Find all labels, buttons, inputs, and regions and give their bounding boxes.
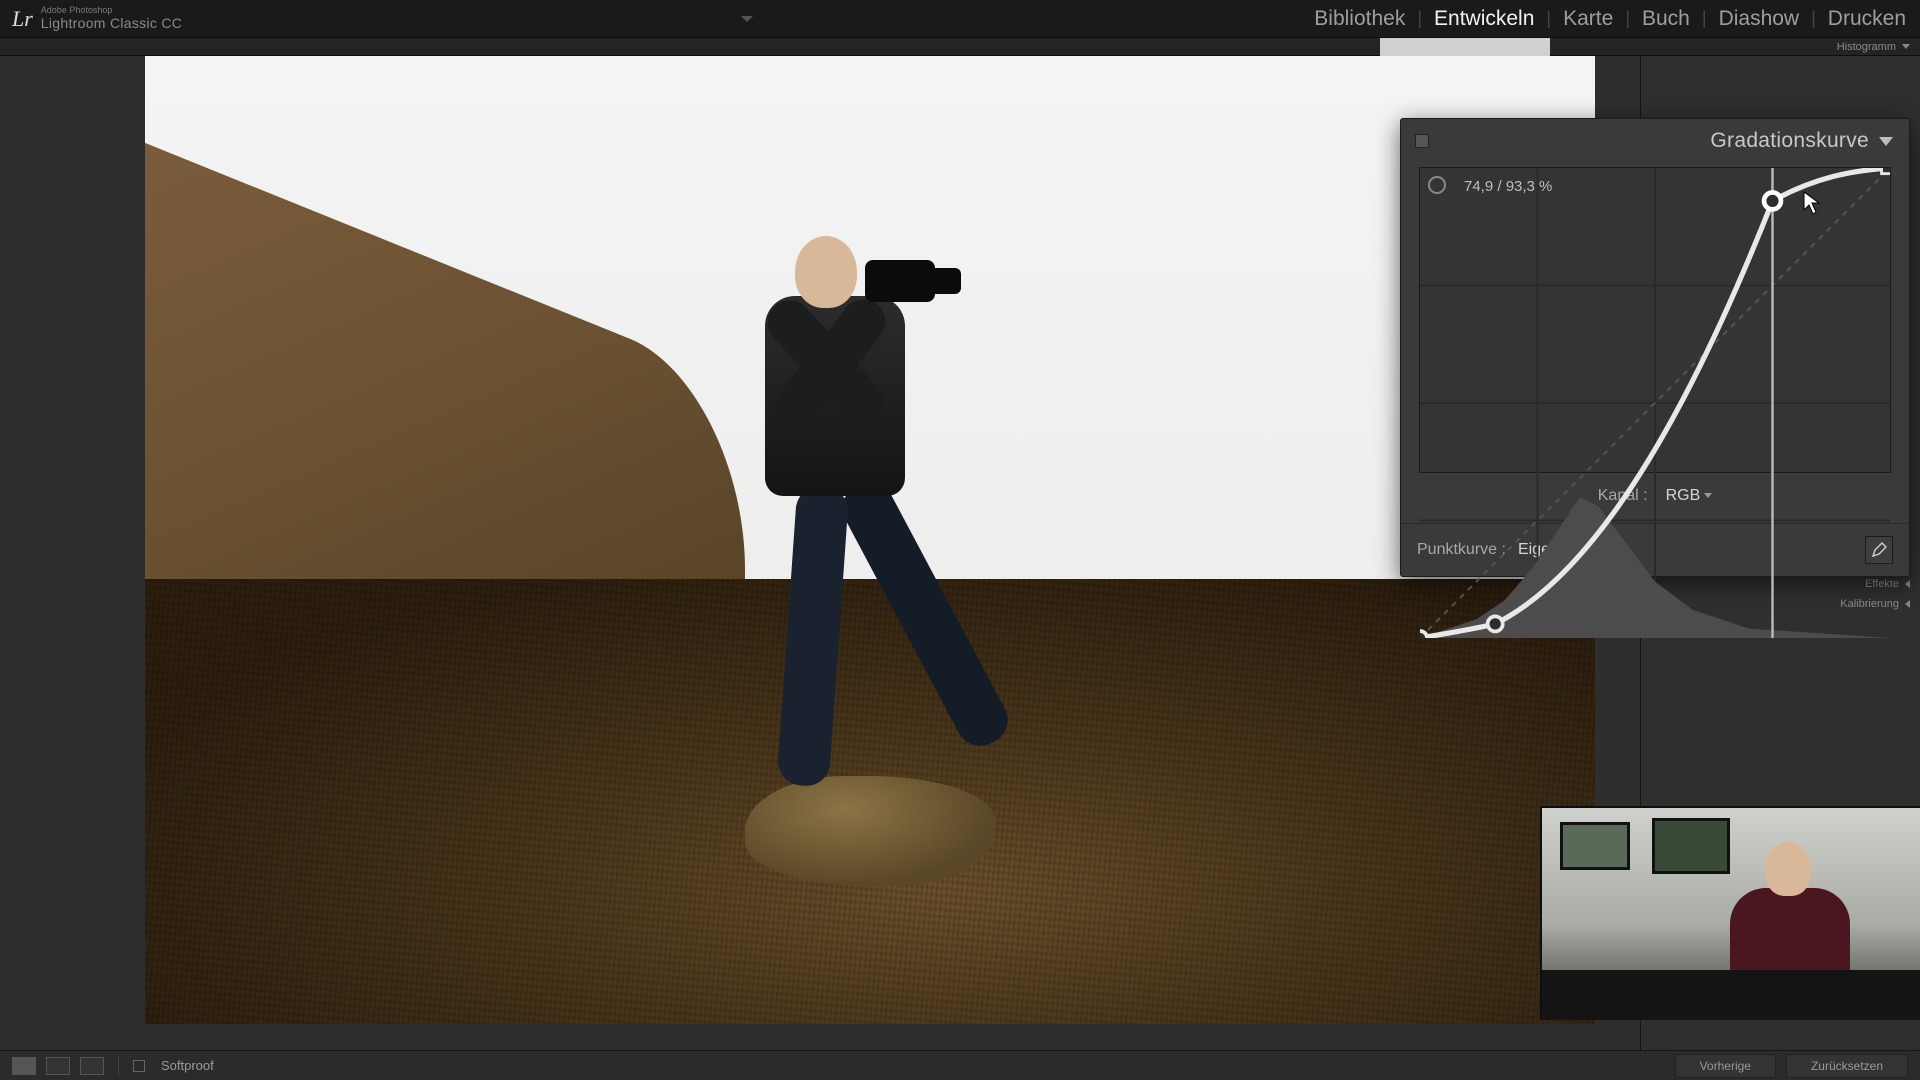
view-beforeafter-tb-button[interactable] bbox=[80, 1057, 104, 1075]
cursor-icon bbox=[1802, 190, 1822, 216]
webcam-overlay bbox=[1540, 806, 1920, 1020]
titlebar-expand-icon[interactable] bbox=[182, 16, 1312, 22]
app-root: Lr Adobe Photoshop Lightroom Classic CC … bbox=[0, 0, 1920, 1080]
softproof-checkbox[interactable] bbox=[133, 1060, 145, 1072]
image-preview[interactable] bbox=[145, 56, 1595, 1024]
module-library[interactable]: Bibliothek bbox=[1312, 7, 1407, 31]
histogram-label: Histogramm bbox=[1837, 41, 1896, 53]
chevron-down-icon bbox=[1902, 44, 1910, 49]
tone-curve-title: Gradationskurve bbox=[1710, 129, 1869, 153]
tone-curve-panel: Gradationskurve 74,9 / 93,3 % bbox=[1400, 118, 1910, 577]
histogram-thumb bbox=[1380, 38, 1550, 56]
module-develop[interactable]: Entwickeln bbox=[1432, 7, 1536, 31]
chevron-down-icon[interactable] bbox=[1879, 137, 1893, 146]
module-print[interactable]: Drucken bbox=[1826, 7, 1908, 31]
canvas-area bbox=[0, 56, 1640, 1050]
histogram-header[interactable]: Histogramm bbox=[0, 38, 1920, 56]
app-title: Adobe Photoshop Lightroom Classic CC bbox=[41, 6, 182, 30]
view-loupe-button[interactable] bbox=[12, 1057, 36, 1075]
toolbar-bottom: Softproof Vorherige Zurücksetzen bbox=[0, 1050, 1920, 1080]
module-picker: Bibliothek| Entwickeln| Karte| Buch| Dia… bbox=[1312, 7, 1908, 31]
panel-toggle-switch[interactable] bbox=[1415, 134, 1429, 148]
softproof-label: Softproof bbox=[161, 1058, 214, 1073]
app-logo: Lr bbox=[12, 6, 33, 32]
previous-button[interactable]: Vorherige bbox=[1675, 1054, 1776, 1078]
tone-curve-graph[interactable]: 74,9 / 93,3 % bbox=[1419, 167, 1891, 473]
titlebar: Lr Adobe Photoshop Lightroom Classic CC … bbox=[0, 0, 1920, 38]
reset-button[interactable]: Zurücksetzen bbox=[1786, 1054, 1908, 1078]
subject-person bbox=[705, 236, 955, 876]
chevron-left-icon bbox=[1905, 580, 1910, 588]
module-map[interactable]: Karte bbox=[1561, 7, 1615, 31]
workspace: Effekte Kalibrierung Gradationskurve 74,… bbox=[0, 56, 1920, 1050]
chevron-left-icon bbox=[1905, 600, 1910, 608]
module-book[interactable]: Buch bbox=[1640, 7, 1692, 31]
module-slideshow[interactable]: Diashow bbox=[1717, 7, 1802, 31]
view-beforeafter-lr-button[interactable] bbox=[46, 1057, 70, 1075]
